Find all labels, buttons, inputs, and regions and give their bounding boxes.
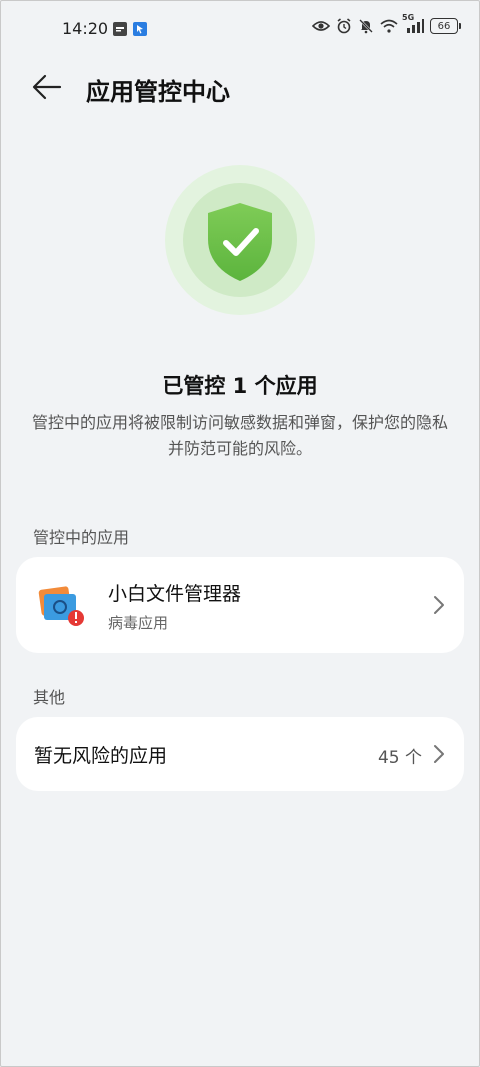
safe-apps-item[interactable]: 暂无风险的应用 45 个: [16, 717, 464, 791]
summary-headline: 已管控 1 个应用: [162, 374, 318, 398]
page-title: 应用管控中心: [86, 78, 230, 106]
app-name: 小白文件管理器: [108, 583, 242, 605]
safe-apps-label: 暂无风险的应用: [34, 745, 168, 767]
notification-app-icon: [113, 21, 127, 40]
app-risk-tag: 病毒应用: [108, 614, 169, 632]
chevron-right-icon: [432, 743, 446, 765]
file-manager-app-icon: [38, 584, 86, 628]
status-bar: 14:20 5G 66: [0, 13, 480, 44]
back-arrow-icon[interactable]: [30, 70, 64, 104]
eye-icon: [312, 21, 330, 31]
safe-apps-count: 45 个: [377, 748, 422, 768]
mute-bell-icon: [359, 19, 373, 34]
network-type: 5G: [402, 13, 415, 22]
controlled-app-item[interactable]: 小白文件管理器 病毒应用: [16, 557, 464, 653]
app-header: 应用管控中心: [0, 62, 480, 114]
shield-check-icon: [202, 199, 278, 285]
status-indicators: 5G 66: [312, 13, 461, 34]
wifi-icon: [380, 19, 398, 33]
chevron-right-icon: [432, 594, 446, 616]
signal-icon: 5G: [402, 13, 424, 33]
status-time: 14:20: [62, 19, 109, 38]
controlled-section-label: 管控中的应用: [33, 528, 130, 547]
battery-indicator: 66: [430, 18, 461, 34]
summary-description: 管控中的应用将被限制访问敏感数据和弹窗，保护您的隐私并防范可能的风险。: [32, 413, 449, 458]
other-section-label: 其他: [33, 688, 66, 707]
alarm-icon: [337, 18, 351, 34]
notification-cursor-icon: [133, 21, 147, 40]
